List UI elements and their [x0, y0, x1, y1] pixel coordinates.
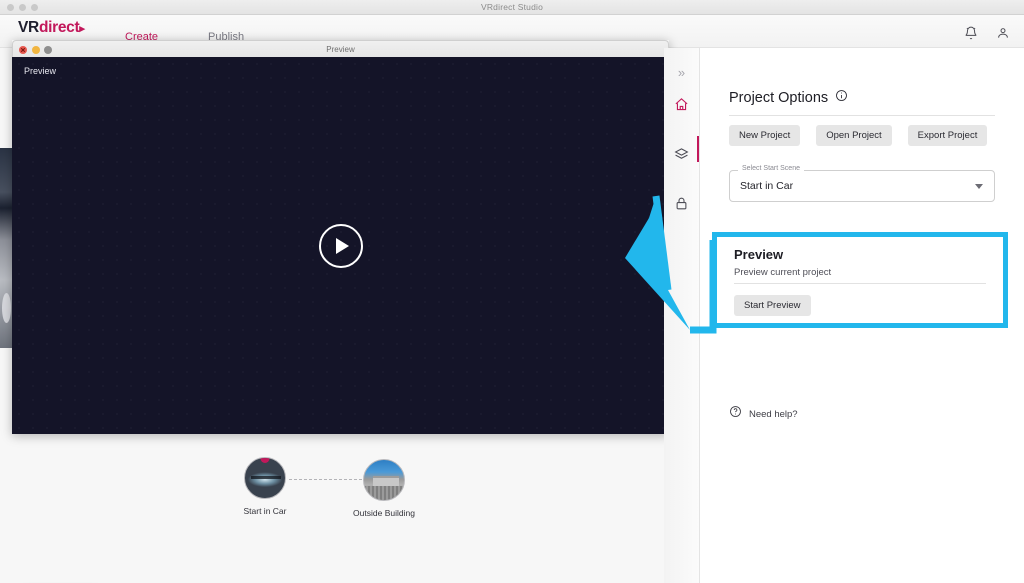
preview-viewport[interactable]: Preview — [12, 57, 669, 434]
scene-node-start-in-car[interactable]: Start in Car — [220, 457, 310, 516]
project-action-buttons: New Project Open Project Export Project — [729, 125, 988, 146]
new-project-button[interactable]: New Project — [729, 125, 801, 146]
preview-card-divider — [734, 283, 986, 284]
export-project-button[interactable]: Export Project — [907, 125, 988, 146]
info-circle-icon[interactable] — [835, 89, 848, 107]
scene-label: Start in Car — [243, 506, 287, 516]
open-project-button[interactable]: Open Project — [816, 125, 892, 146]
preview-window[interactable]: Preview Preview — [12, 40, 669, 434]
preview-card[interactable]: Preview Preview current project Start Pr… — [712, 232, 1008, 328]
home-icon[interactable] — [672, 94, 692, 114]
start-scene-select-value: Start in Car — [740, 180, 794, 192]
os-titlebar: VRdirect Studio — [0, 0, 1024, 15]
page-title: Project Options — [729, 90, 829, 106]
layers-icon[interactable] — [672, 144, 692, 164]
chevron-down-icon[interactable] — [975, 184, 983, 189]
preview-window-titlebar: Preview — [12, 40, 669, 57]
scene-node-outside-building[interactable]: Outside Building — [339, 459, 429, 518]
notification-bell-icon[interactable] — [964, 26, 978, 40]
play-triangle-icon — [336, 237, 349, 254]
start-scene-select-label: Select Start Scene — [738, 165, 804, 172]
play-button[interactable] — [318, 223, 363, 268]
preview-zoom-button[interactable] — [44, 45, 52, 54]
logo-direct: direct — [38, 19, 80, 36]
hotspot-marker-icon[interactable] — [260, 458, 270, 463]
tool-icon-rail: » — [664, 48, 700, 583]
need-help-link[interactable]: Need help? — [729, 405, 798, 423]
car-360-thumbnail[interactable] — [244, 457, 286, 499]
need-help-label: Need help? — [749, 408, 798, 420]
header-icon-group — [964, 26, 1010, 40]
os-window-title: VRdirect Studio — [480, 2, 544, 12]
logo-triangle-icon: ▸ — [79, 23, 85, 35]
preview-close-button[interactable] — [19, 45, 27, 54]
help-circle-icon — [729, 405, 742, 423]
logo-vr: VR — [18, 19, 39, 36]
app-root: VRdirect Studio VRdirect▸ STUDIO Create … — [0, 0, 1024, 583]
chevrons-right-glyph: » — [677, 64, 686, 80]
start-preview-button[interactable]: Start Preview — [734, 295, 811, 316]
preview-traffic-lights[interactable] — [19, 45, 52, 54]
preview-card-title: Preview — [734, 247, 784, 262]
preview-minimize-button[interactable] — [31, 45, 40, 54]
preview-card-subtitle: Preview current project — [734, 267, 832, 278]
active-tool-indicator — [697, 136, 699, 162]
panel-divider — [729, 115, 995, 116]
start-scene-select[interactable]: Select Start Scene Start in Car — [729, 165, 995, 202]
panel-header: Project Options — [729, 89, 848, 107]
lock-icon[interactable] — [672, 193, 692, 213]
collapse-chevrons-icon[interactable]: » — [672, 62, 692, 82]
scene-label: Outside Building — [353, 508, 415, 518]
building-360-thumbnail[interactable] — [363, 459, 405, 501]
preview-window-title: Preview — [326, 45, 355, 54]
account-person-icon[interactable] — [996, 26, 1010, 40]
preview-viewport-label: Preview — [24, 66, 57, 76]
project-options-panel: Project Options New Project Open Project… — [700, 48, 1024, 583]
